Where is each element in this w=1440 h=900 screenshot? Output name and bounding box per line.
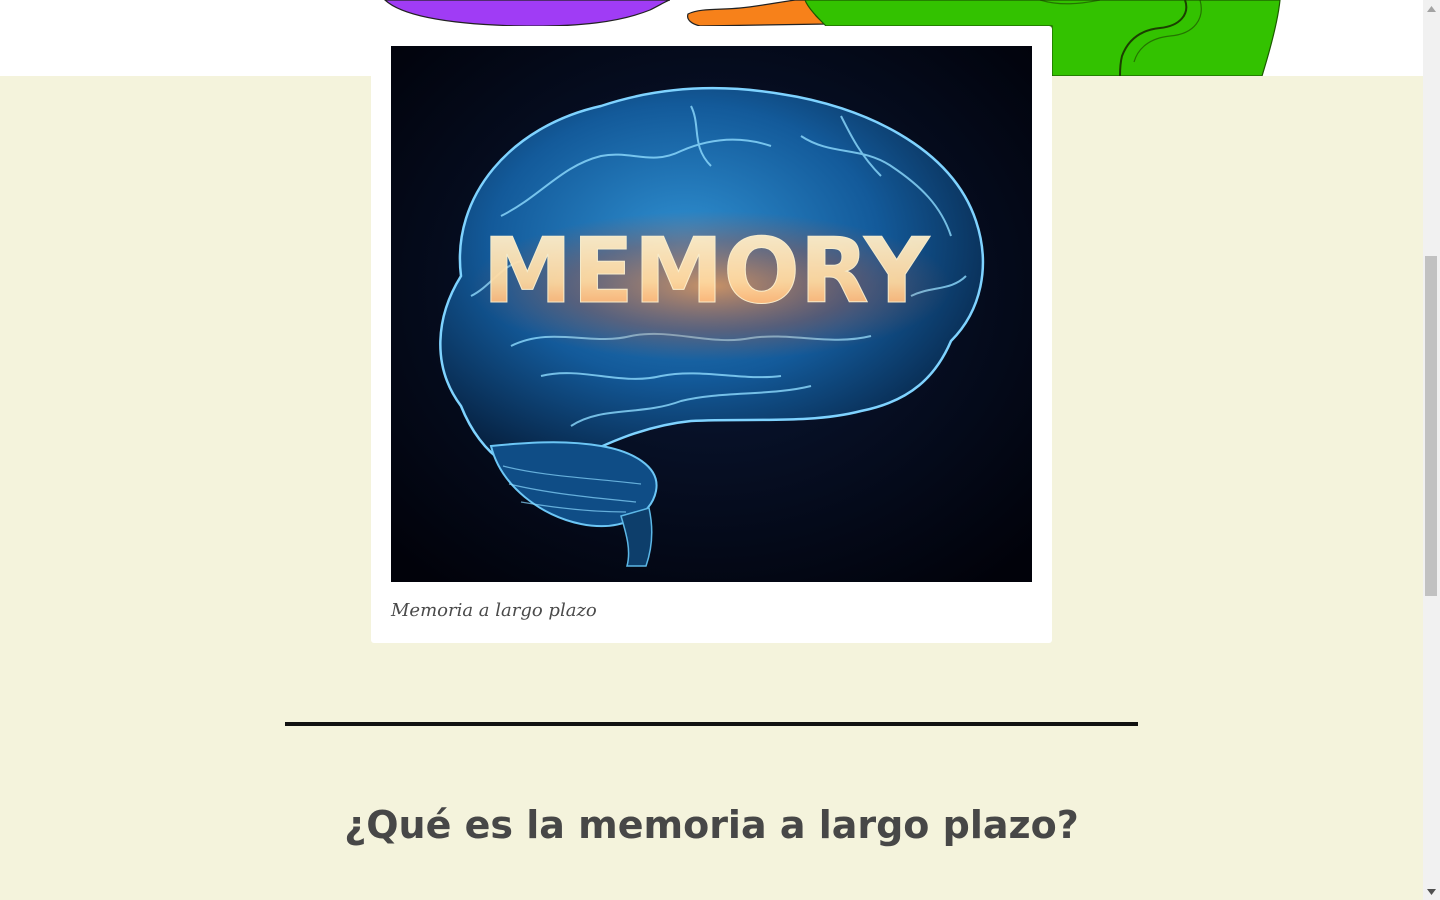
page-viewport: MEMORY Memoria a largo plazo ¿Qué es la … xyxy=(0,0,1423,900)
section-divider xyxy=(285,722,1138,726)
memory-image-text: MEMORY xyxy=(483,219,931,324)
vertical-scrollbar[interactable] xyxy=(1423,0,1440,900)
figure-caption: Memoria a largo plazo xyxy=(391,600,597,621)
brain-illustration: MEMORY xyxy=(391,46,1032,582)
scrollbar-thumb[interactable] xyxy=(1425,256,1437,596)
section-heading: ¿Qué es la memoria a largo plazo? xyxy=(344,803,1079,847)
memory-brain-image: MEMORY xyxy=(391,46,1032,582)
triangle-down-icon[interactable] xyxy=(1423,883,1440,900)
triangle-up-icon[interactable] xyxy=(1423,0,1440,17)
figure-card: MEMORY Memoria a largo plazo xyxy=(371,26,1052,643)
